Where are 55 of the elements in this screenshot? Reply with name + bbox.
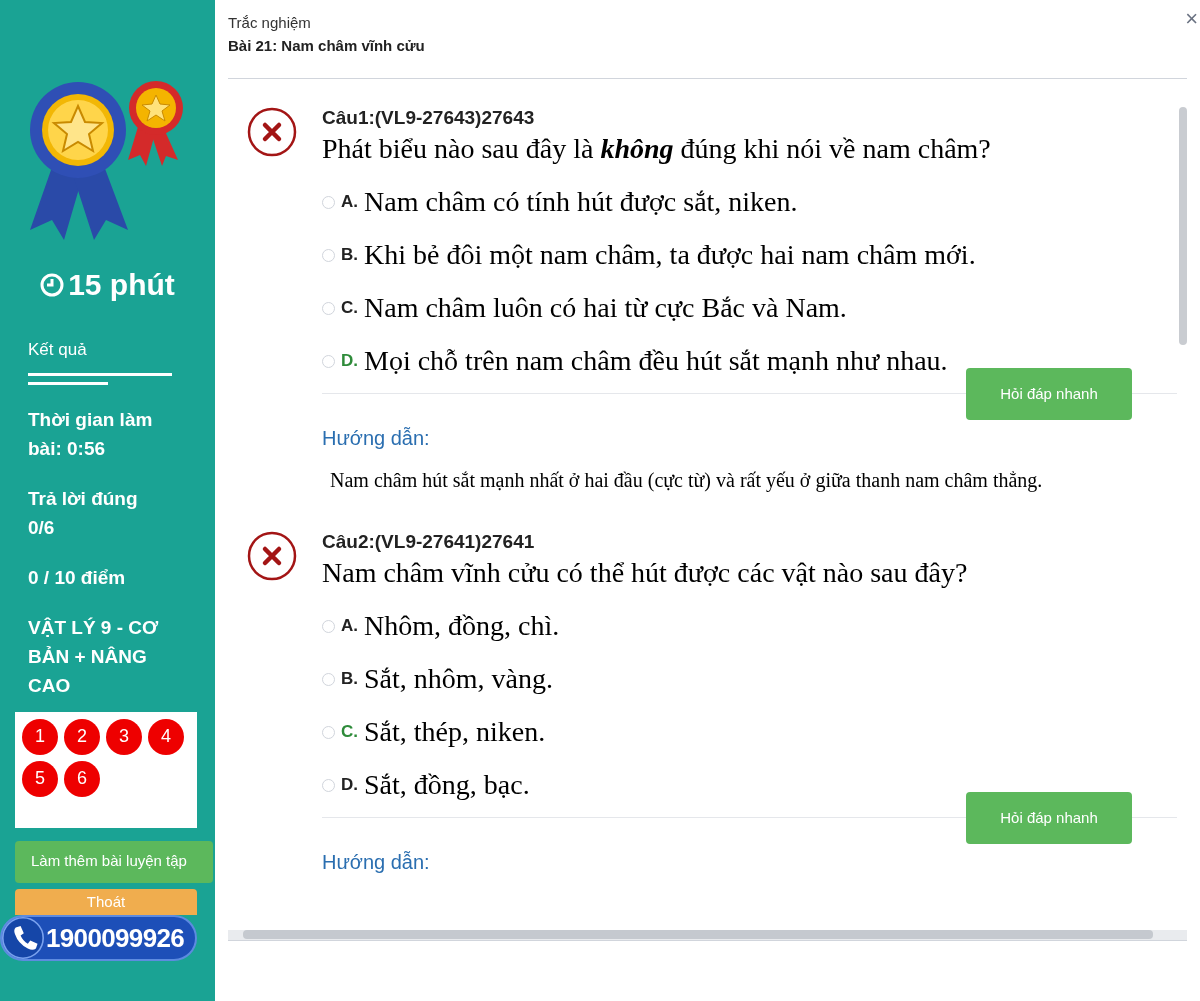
close-button[interactable]: × [1185,8,1198,30]
option-text: Khi bẻ đôi một nam châm, ta được hai nam châm mới. [364,238,976,272]
question-number-button[interactable]: 6 [64,760,100,797]
question-text: Phát biểu nào sau đây là không đúng khi nói về nam châm? [322,132,992,166]
question-number-button[interactable]: 1 [22,718,58,755]
quick-ask-button[interactable]: Hỏi đáp nhanh [966,368,1132,420]
guide-text: Nam châm hút sắt mạnh nhất ở hai đầu (cực từ) và rất yếu ở giữa thanh nam châm thẳng. [330,468,1043,494]
option-text: Mọi chỗ trên nam châm đều hút sắt mạnh như nhau. [364,344,948,378]
phone-icon [2,917,44,959]
result-stat: Trả lời đúng 0/6 [28,486,139,540]
guide-label: Hướng dẫn: [322,850,430,875]
option-text: Sắt, nhôm, vàng. [364,662,553,696]
question-number-button[interactable]: 4 [148,718,184,755]
radio-button[interactable] [322,195,335,209]
option-letter: B. [341,244,358,267]
question-code: Câu2:(VL9-27641)27641 [322,531,535,553]
option-letter: D. [341,350,358,373]
radio-button[interactable] [322,354,335,368]
result-stat: Thời gian làm bài: 0:56 [28,407,154,461]
scrollbar-thumb[interactable] [1179,107,1187,345]
question-number-button[interactable]: 5 [22,760,58,797]
option-text: Sắt, đồng, bạc. [364,768,530,802]
question-text: Nam châm vĩnh cửu có thể hút được các vật nào sau đây? [322,556,969,590]
option-letter: A. [341,615,358,638]
option-letter: C. [341,721,358,744]
dialog-subtitle: Trắc nghiệm [228,13,312,33]
radio-button[interactable] [322,248,335,262]
option-letter: A. [341,191,358,214]
result-heading: Kết quả [28,339,87,361]
question-code: Câu1:(VL9-27643)27643 [322,107,535,129]
option-text: Nam châm luôn có hai từ cực Bắc và Nam. [364,291,847,325]
guide-label: Hướng dẫn: [322,426,430,451]
practice-button[interactable]: Làm thêm bài luyện tập [15,840,213,883]
question-number-button[interactable]: 2 [64,718,100,755]
option-text: Nhôm, đồng, chì. [364,609,560,643]
result-stat: VẬT LÝ 9 - CƠ BẢN + NÂNG CAO [28,615,160,698]
clock-icon [40,272,65,297]
option-letter: B. [341,668,358,691]
option-letter: D. [341,774,358,797]
hotline-badge[interactable]: 1900099926 [0,915,197,961]
radio-button[interactable] [322,725,335,739]
dialog-title: Bài 21: Nam châm vĩnh cửu [228,35,426,56]
option-letter: C. [341,297,358,320]
option-text: Sắt, thép, niken. [364,715,546,749]
radio-button[interactable] [322,778,335,792]
radio-button[interactable] [322,672,335,686]
option-text: Nam châm có tính hút được sắt, niken. [364,185,798,219]
duration-text: 15 phút [68,267,175,303]
radio-button[interactable] [322,619,335,633]
radio-button[interactable] [322,301,335,315]
scrollbar-thumb[interactable] [243,930,1153,939]
quick-ask-button[interactable]: Hỏi đáp nhanh [966,792,1132,844]
question-number-button[interactable]: 3 [106,718,142,755]
hotline-number: 1900099926 [46,921,185,955]
result-stat: 0 / 10 điểm [28,565,127,590]
